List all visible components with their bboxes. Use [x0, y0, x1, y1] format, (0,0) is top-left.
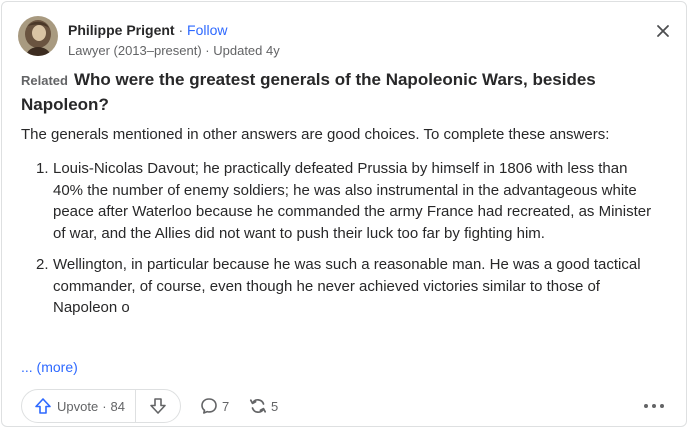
- question-title[interactable]: Who were the greatest generals of the Na…: [21, 70, 596, 114]
- list-item-text: Louis-Nicolas Davout; he practically def…: [53, 160, 652, 242]
- answer-list: 1. Louis-Nicolas Davout; he practically …: [36, 158, 656, 319]
- upvote-arrow-icon: [35, 398, 51, 414]
- upvote-separator: ·: [102, 398, 107, 414]
- list-item-text: Wellington, in particular because he was…: [53, 256, 641, 316]
- author-name[interactable]: Philippe Prigent: [68, 22, 175, 38]
- read-more-link[interactable]: ... (more): [21, 359, 78, 375]
- close-icon: [657, 25, 669, 37]
- question-heading: Related Who were the greatest generals of…: [21, 68, 641, 117]
- downvote-button[interactable]: [136, 390, 180, 422]
- vote-group: Upvote · 84: [21, 389, 181, 423]
- upvote-label: Upvote: [57, 398, 99, 414]
- answer-card: Philippe Prigent · Follow Lawyer (2013–p…: [1, 1, 687, 427]
- answer-intro: The generals mentioned in other answers …: [21, 126, 610, 143]
- shares-count: 5: [271, 398, 279, 414]
- portrait-avatar-icon: [18, 16, 58, 56]
- list-item-number: 1.: [36, 160, 49, 177]
- list-item: 2. Wellington, in particular because he …: [36, 254, 656, 319]
- share-button[interactable]: 5: [248, 395, 278, 417]
- author-line: Philippe Prigent · Follow: [68, 22, 228, 38]
- list-item: 1. Louis-Nicolas Davout; he practically …: [36, 158, 656, 244]
- more-options-button[interactable]: [642, 396, 666, 416]
- downvote-arrow-icon: [150, 398, 166, 414]
- share-icon: [249, 399, 267, 413]
- author-avatar[interactable]: [18, 16, 58, 56]
- upvote-button[interactable]: Upvote · 84: [22, 390, 137, 422]
- close-button[interactable]: [652, 20, 674, 42]
- comments-button[interactable]: 7: [199, 395, 229, 417]
- comments-count: 7: [222, 398, 230, 414]
- author-credential: Lawyer (2013–present) · Updated 4y: [68, 43, 280, 58]
- upvote-count: 84: [110, 398, 126, 414]
- list-item-number: 2.: [36, 256, 49, 273]
- name-separator: ·: [178, 22, 184, 38]
- more-options-icon: [644, 404, 664, 408]
- comment-icon: [201, 398, 217, 414]
- follow-button[interactable]: Follow: [187, 22, 227, 38]
- related-tag: Related: [21, 73, 68, 88]
